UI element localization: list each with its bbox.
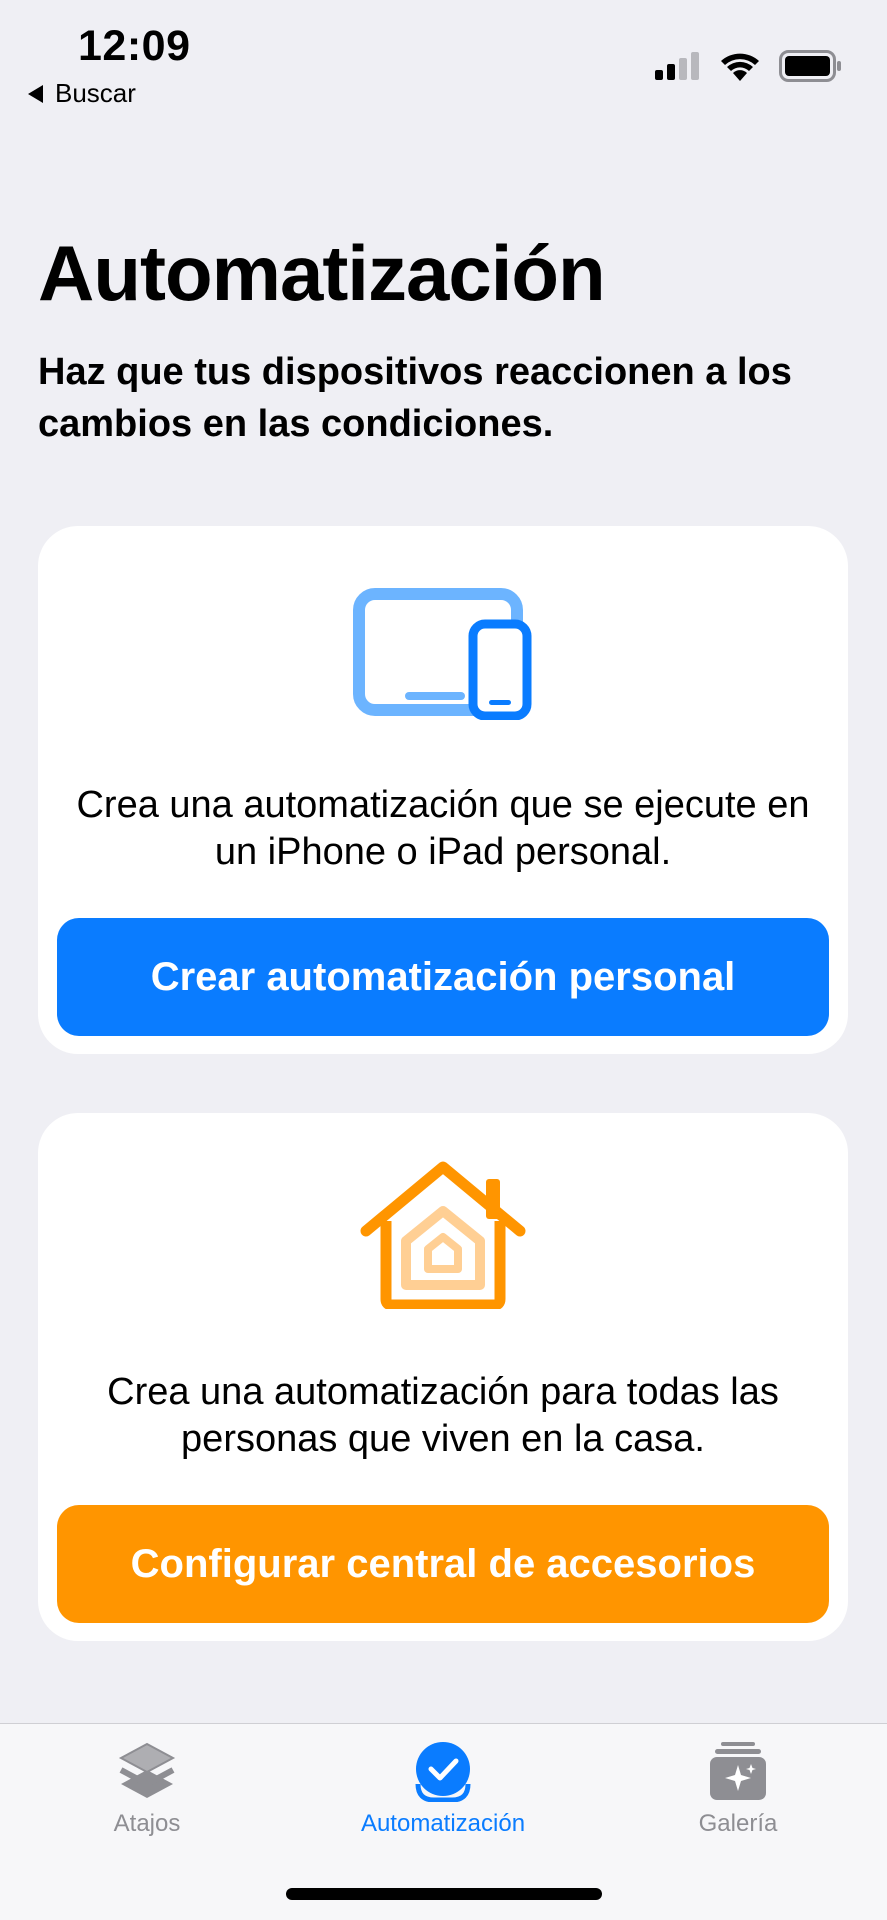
tab-atajos[interactable]: Atajos xyxy=(37,1740,257,1838)
personal-automation-description: Crea una automatización que se ejecute e… xyxy=(76,784,810,873)
tab-atajos-label: Atajos xyxy=(113,1810,181,1837)
gallery-icon xyxy=(710,1742,766,1800)
home-icon xyxy=(360,1161,526,1309)
tab-automatizacion[interactable]: Automatización xyxy=(333,1740,553,1838)
back-label: Buscar xyxy=(55,78,136,108)
personal-automation-card: Crea una automatización que se ejecute e… xyxy=(38,526,848,1054)
tab-galeria[interactable]: Galería xyxy=(628,1740,848,1838)
page-title: Automatización xyxy=(38,229,606,317)
devices-icon xyxy=(353,588,532,720)
page-subtitle: Haz que tus dispositivos reaccionen a lo… xyxy=(38,351,792,445)
status-icons xyxy=(655,50,843,82)
wifi-icon xyxy=(721,53,759,81)
configure-home-hub-button[interactable]: Configurar central de accesorios xyxy=(57,1505,829,1623)
home-automation-card: Crea una automatización para todas las p… xyxy=(38,1113,848,1641)
checkmark-circle-icon xyxy=(415,1742,471,1802)
automation-screen: 12:09 Buscar Automatización Haz que tus … xyxy=(0,0,887,1920)
home-automation-description: Crea una automatización para todas las p… xyxy=(107,1371,779,1460)
create-personal-automation-button[interactable]: Crear automatización personal xyxy=(57,918,829,1036)
battery-icon xyxy=(779,50,841,82)
tab-automatizacion-label: Automatización xyxy=(360,1810,526,1837)
back-to-search-link[interactable]: Buscar xyxy=(28,78,136,109)
back-triangle-icon xyxy=(28,84,43,103)
layers-icon xyxy=(118,1742,176,1798)
tab-galeria-label: Galería xyxy=(698,1810,778,1837)
home-indicator[interactable] xyxy=(286,1888,602,1900)
status-time: 12:09 xyxy=(78,22,191,70)
cellular-signal-icon xyxy=(655,52,699,80)
